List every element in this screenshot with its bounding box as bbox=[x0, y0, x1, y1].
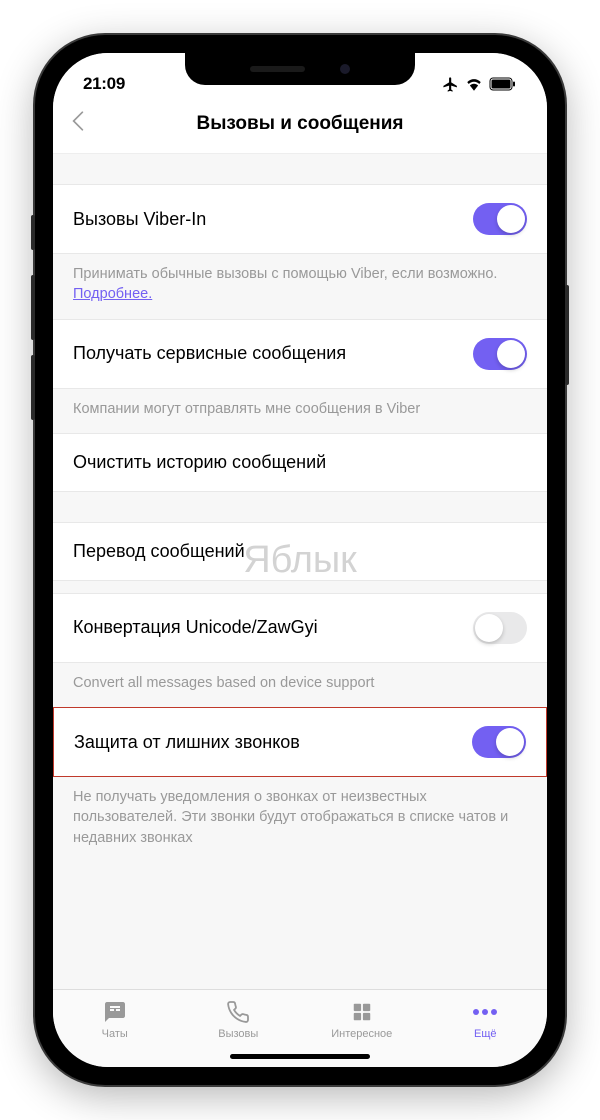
back-button[interactable] bbox=[71, 110, 85, 139]
more-icon bbox=[472, 1000, 498, 1024]
tab-label: Ещё bbox=[474, 1028, 497, 1040]
tab-label: Интересное bbox=[331, 1028, 392, 1040]
volume-up bbox=[31, 275, 35, 340]
learn-more-link[interactable]: Подробнее. bbox=[73, 286, 152, 302]
setting-viber-in[interactable]: Вызовы Viber-In bbox=[53, 184, 547, 254]
toggle-service-messages[interactable] bbox=[473, 338, 527, 370]
status-time: 21:09 bbox=[83, 74, 125, 94]
setting-call-protection[interactable]: Защита от лишних звонков bbox=[53, 707, 547, 777]
tab-more[interactable]: Ещё bbox=[424, 990, 548, 1049]
page-title: Вызовы и сообщения bbox=[71, 113, 529, 135]
chat-icon bbox=[102, 1000, 128, 1024]
setting-desc: Convert all messages based on device sup… bbox=[53, 663, 547, 707]
setting-desc: Принимать обычные вызовы с помощью Viber… bbox=[53, 254, 547, 319]
setting-desc: Компании могут отправлять мне сообщения … bbox=[53, 389, 547, 433]
setting-service-messages[interactable]: Получать сервисные сообщения bbox=[53, 319, 547, 389]
setting-label: Вызовы Viber-In bbox=[73, 209, 206, 230]
mute-switch bbox=[31, 215, 35, 250]
toggle-call-protection[interactable] bbox=[472, 726, 526, 758]
setting-label: Перевод сообщений bbox=[73, 541, 245, 562]
tab-explore[interactable]: Интересное bbox=[300, 990, 424, 1049]
power-button bbox=[565, 285, 569, 385]
volume-down bbox=[31, 355, 35, 420]
setting-clear-history[interactable]: Очистить историю сообщений bbox=[53, 433, 547, 492]
content-area: Яблык Вызовы Viber-In Принимать обычные … bbox=[53, 154, 547, 989]
wifi-icon bbox=[465, 77, 483, 91]
phone-icon bbox=[225, 1000, 251, 1024]
nav-header: Вызовы и сообщения bbox=[53, 101, 547, 154]
battery-icon bbox=[489, 77, 517, 91]
setting-translation[interactable]: Перевод сообщений bbox=[53, 522, 547, 581]
setting-label: Конвертация Unicode/ZawGyi bbox=[73, 617, 318, 638]
tab-chats[interactable]: Чаты bbox=[53, 990, 177, 1049]
home-indicator[interactable] bbox=[230, 1054, 370, 1059]
setting-label: Защита от лишних звонков bbox=[74, 732, 300, 753]
setting-unicode[interactable]: Конвертация Unicode/ZawGyi bbox=[53, 593, 547, 663]
phone-frame: 21:09 Вызовы и сообщения Яблык Вызовы Vi… bbox=[35, 35, 565, 1085]
toggle-viber-in[interactable] bbox=[473, 203, 527, 235]
notch bbox=[185, 53, 415, 85]
grid-icon bbox=[349, 1000, 375, 1024]
setting-desc: Не получать уведомления о звонках от неи… bbox=[53, 777, 547, 862]
setting-label: Получать сервисные сообщения bbox=[73, 343, 346, 364]
airplane-icon bbox=[442, 76, 459, 93]
tab-calls[interactable]: Вызовы bbox=[177, 990, 301, 1049]
setting-label: Очистить историю сообщений bbox=[73, 452, 326, 473]
tab-label: Чаты bbox=[102, 1028, 128, 1040]
tab-label: Вызовы bbox=[218, 1028, 258, 1040]
toggle-unicode[interactable] bbox=[473, 612, 527, 644]
status-icons bbox=[442, 76, 517, 93]
